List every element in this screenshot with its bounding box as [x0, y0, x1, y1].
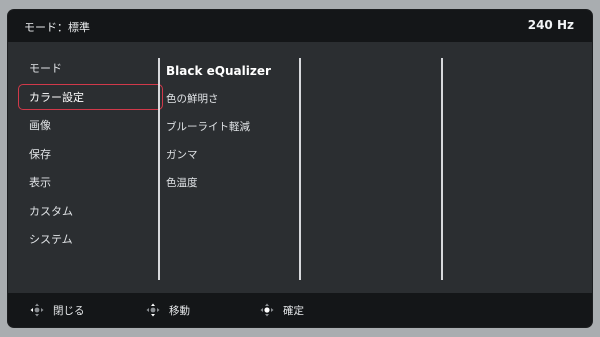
column-divider — [158, 58, 160, 280]
menu-item-display[interactable]: 表示 — [18, 169, 163, 195]
sub-item-color-vibrance[interactable]: 色の鮮明さ — [166, 85, 296, 113]
sub-item-black-equalizer[interactable]: Black eQualizer — [166, 57, 296, 85]
column-divider — [441, 58, 443, 280]
column-divider — [299, 58, 301, 280]
osd-panel: モード：標準 240 Hz モード カラー設定 画像 保存 表示 カスタム シス… — [8, 10, 592, 327]
sub-item-color-temperature[interactable]: 色温度 — [166, 169, 296, 197]
hint-move-label: 移動 — [169, 304, 190, 317]
hint-confirm-label: 確定 — [283, 304, 304, 317]
menu-item-color-settings[interactable]: カラー設定 — [18, 83, 163, 110]
menu-item-save[interactable]: 保存 — [18, 141, 163, 167]
menu-item-picture[interactable]: 画像 — [18, 112, 163, 138]
osd-footer: 閉じる 移動 確定 — [8, 293, 592, 327]
sub-menu: Black eQualizer 色の鮮明さ ブルーライト軽減 ガンマ 色温度 — [166, 57, 296, 197]
menu-item-mode[interactable]: モード — [18, 55, 163, 81]
hint-close: 閉じる — [30, 293, 85, 327]
osd-header: モード：標準 240 Hz — [8, 10, 592, 42]
mode-status: モード：標準 — [24, 21, 90, 34]
sub-item-low-blue-light[interactable]: ブルーライト軽減 — [166, 113, 296, 141]
menu-item-custom[interactable]: カスタム — [18, 198, 163, 224]
joystick-center-icon — [260, 303, 274, 317]
menu-item-system[interactable]: システム — [18, 226, 163, 252]
main-menu: モード カラー設定 画像 保存 表示 カスタム システム — [18, 55, 163, 255]
joystick-up-down-icon — [146, 303, 160, 317]
sub-item-gamma[interactable]: ガンマ — [166, 141, 296, 169]
hint-close-label: 閉じる — [53, 304, 85, 317]
joystick-left-icon — [30, 303, 44, 317]
hint-confirm: 確定 — [260, 293, 304, 327]
hint-move: 移動 — [146, 293, 190, 327]
refresh-rate: 240 Hz — [527, 18, 574, 32]
